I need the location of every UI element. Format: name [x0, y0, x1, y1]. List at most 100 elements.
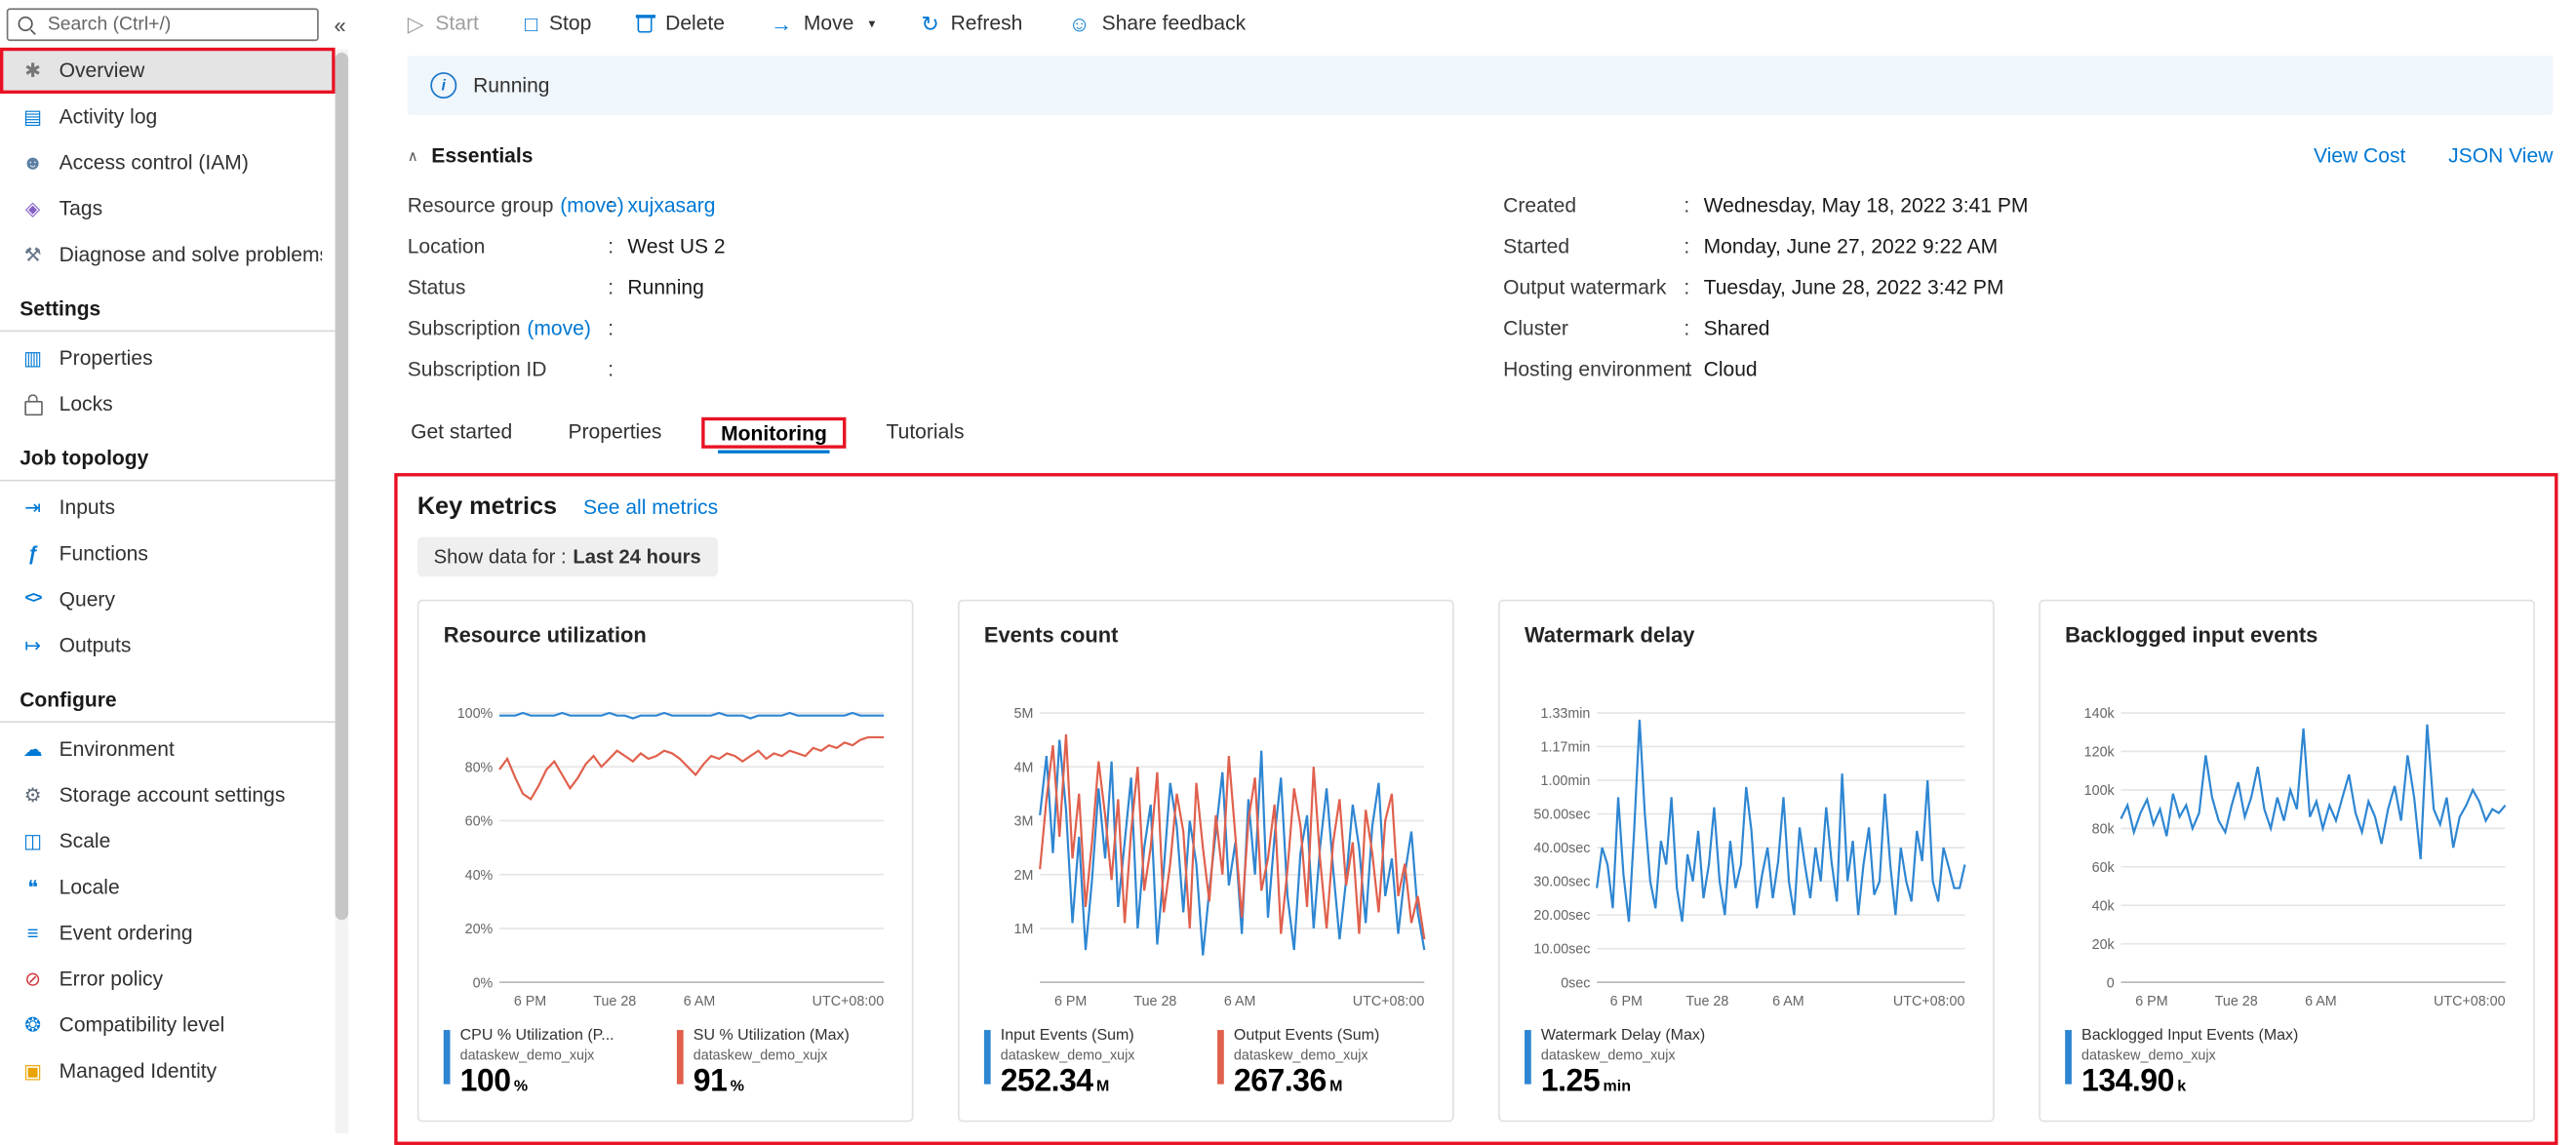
stop-button[interactable]: □ Stop	[525, 12, 591, 35]
move-button[interactable]: → Move ▾	[771, 12, 875, 35]
inputs-icon: ⇥	[20, 497, 46, 517]
sidebar-item-access-control[interactable]: ☻ Access control (IAM)	[0, 139, 336, 185]
svg-text:2M: 2M	[1014, 868, 1034, 884]
view-cost-link[interactable]: View Cost	[2314, 144, 2405, 168]
annotation-key-metrics-section: Key metrics See all metrics Show data fo…	[394, 473, 2557, 1145]
share-feedback-button[interactable]: ☺ Share feedback	[1068, 12, 1246, 35]
filter-value: Last 24 hours	[573, 545, 700, 569]
tab-tutorials[interactable]: Tutorials	[883, 413, 968, 452]
tab-get-started[interactable]: Get started	[408, 413, 516, 452]
svg-text:40%: 40%	[465, 868, 494, 884]
sidebar-item-storage-settings[interactable]: ⚙ Storage account settings	[0, 772, 336, 818]
sidebar-item-properties[interactable]: ▥ Properties	[0, 336, 336, 381]
legend-value: 134.90	[2081, 1064, 2174, 1098]
chevron-up-icon[interactable]: ∧	[408, 147, 418, 166]
metric-card-resource-utilization[interactable]: Resource utilization 100%80%60%40%20%0%6…	[417, 600, 914, 1123]
essentials-row-subscription: Subscription(move)	[408, 307, 1503, 348]
sidebar-item-tags[interactable]: ◈ Tags	[0, 185, 336, 231]
tab-properties[interactable]: Properties	[565, 413, 665, 452]
sidebar-item-label: Functions	[59, 542, 148, 566]
show-data-filter[interactable]: Show data for :Last 24 hours	[417, 537, 718, 576]
json-view-link[interactable]: JSON View	[2448, 144, 2553, 168]
legend-resource-name: dataskew_demo_xujx	[460, 1046, 614, 1063]
search-input[interactable]	[7, 8, 319, 41]
button-label: Stop	[549, 12, 591, 35]
sidebar-item-inputs[interactable]: ⇥ Inputs	[0, 485, 336, 531]
essentials-row-resource-group: Resource group(move) xujxasarg	[408, 184, 1503, 225]
sidebar-item-label: Properties	[59, 346, 153, 370]
card-title: Events count	[984, 622, 1428, 647]
sidebar-item-locale[interactable]: ❝ Locale	[0, 864, 336, 910]
move-icon: →	[771, 13, 792, 34]
svg-text:Tue 28: Tue 28	[1133, 994, 1176, 1009]
svg-text:UTC+08:00: UTC+08:00	[812, 994, 885, 1009]
essentials-left-column: Resource group(move) xujxasarg Location …	[408, 184, 1503, 390]
sidebar-header: «	[0, 0, 363, 48]
sidebar-item-error-policy[interactable]: ⊘ Error policy	[0, 956, 336, 1002]
field-label: Output watermark	[1503, 275, 1666, 298]
sidebar-item-managed-identity[interactable]: ▣ Managed Identity	[0, 1048, 336, 1094]
essentials-row-status: Status Running	[408, 266, 1503, 307]
sidebar-item-compatibility-level[interactable]: ❂ Compatibility level	[0, 1002, 336, 1047]
legend-value: 91	[694, 1064, 728, 1098]
field-label: Started	[1503, 234, 1569, 257]
essentials-title[interactable]: Essentials	[431, 144, 533, 168]
legend-entry: Watermark Delay (Max) dataskew_demo_xujx…	[1525, 1027, 1968, 1101]
legend-resource-name: dataskew_demo_xujx	[2081, 1046, 2298, 1063]
legend-value: 252.34	[1001, 1064, 1093, 1098]
metric-card-backlogged-input-events[interactable]: Backlogged input events 140k120k100k80k6…	[2039, 600, 2535, 1123]
sidebar-item-activity-log[interactable]: ▤ Activity log	[0, 94, 336, 139]
essentials-row-output-watermark: Output watermark Tuesday, June 28, 2022 …	[1503, 266, 2553, 307]
chart-watermark-delay: 1.33min1.17min1.00min50.00sec40.00sec30.…	[1525, 653, 1968, 1023]
managed-identity-icon: ▣	[20, 1061, 46, 1081]
sidebar-item-environment[interactable]: ☁ Environment	[0, 726, 336, 771]
delete-button[interactable]: Delete	[637, 12, 725, 35]
move-subscription-link[interactable]: (move)	[527, 316, 591, 339]
legend-entry: Output Events (Sum) dataskew_demo_xujx 2…	[1217, 1027, 1428, 1101]
error-policy-icon: ⊘	[20, 969, 46, 989]
field-value: West US 2	[627, 234, 725, 257]
compatibility-icon: ❂	[20, 1015, 46, 1035]
start-button[interactable]: ▷ Start	[408, 12, 479, 35]
sidebar-item-outputs[interactable]: ↦ Outputs	[0, 622, 336, 668]
button-label: Delete	[665, 12, 725, 35]
svg-text:10.00sec: 10.00sec	[1533, 942, 1590, 958]
see-all-metrics-link[interactable]: See all metrics	[583, 496, 718, 520]
metric-card-watermark-delay[interactable]: Watermark delay 1.33min1.17min1.00min50.…	[1498, 600, 1995, 1123]
sidebar-item-overview[interactable]: ✱ Overview	[0, 48, 336, 94]
tab-monitoring[interactable]: Monitoring	[718, 414, 831, 453]
svg-text:0sec: 0sec	[1561, 975, 1590, 991]
svg-text:Tue 28: Tue 28	[1685, 994, 1728, 1009]
sidebar-item-query[interactable]: <> Query	[0, 576, 336, 622]
essentials-row-hosting-environment: Hosting environment Cloud	[1503, 348, 2553, 389]
tags-icon: ◈	[20, 199, 46, 218]
scale-icon: ◫	[20, 831, 46, 850]
legend-entry: Input Events (Sum) dataskew_demo_xujx 25…	[984, 1027, 1195, 1101]
sidebar-item-label: Managed Identity	[59, 1059, 218, 1083]
sidebar-item-label: Access control (IAM)	[59, 151, 249, 175]
sidebar-collapse-button[interactable]: «	[324, 8, 357, 41]
card-title: Backlogged input events	[2065, 622, 2509, 647]
sidebar-item-functions[interactable]: ƒ Functions	[0, 531, 336, 576]
sidebar-item-label: Overview	[59, 59, 145, 83]
svg-text:6 PM: 6 PM	[1610, 994, 1643, 1009]
sidebar-item-scale[interactable]: ◫ Scale	[0, 818, 336, 864]
scrollbar-thumb[interactable]	[336, 53, 348, 920]
svg-text:3M: 3M	[1014, 814, 1034, 830]
refresh-button[interactable]: ↻ Refresh	[921, 12, 1022, 35]
field-label: Hosting environment	[1503, 357, 1691, 380]
svg-text:60k: 60k	[2092, 860, 2116, 876]
legend-color-bar	[1525, 1030, 1531, 1085]
sidebar-item-diagnose[interactable]: ⚒ Diagnose and solve problems	[0, 231, 336, 277]
sidebar-scrollbar[interactable]	[336, 50, 348, 1134]
svg-text:120k: 120k	[2084, 744, 2116, 760]
metric-card-events-count[interactable]: Events count 5M4M3M2M1M6 PMTue 286 AMUTC…	[958, 600, 1454, 1123]
legend-metric-name: SU % Utilization (Max)	[694, 1027, 850, 1046]
sidebar-item-locks[interactable]: Locks	[0, 381, 336, 427]
sidebar-nav: ✱ Overview ▤ Activity log ☻ Access contr…	[0, 48, 336, 1094]
search-icon	[19, 17, 33, 31]
svg-text:100k: 100k	[2084, 783, 2116, 799]
resource-group-value-link[interactable]: xujxasarg	[627, 193, 715, 217]
main-content: ▷ Start □ Stop Delete → Move ▾ ↻ Refresh	[363, 0, 2576, 1140]
sidebar-item-event-ordering[interactable]: ≡ Event ordering	[0, 910, 336, 956]
